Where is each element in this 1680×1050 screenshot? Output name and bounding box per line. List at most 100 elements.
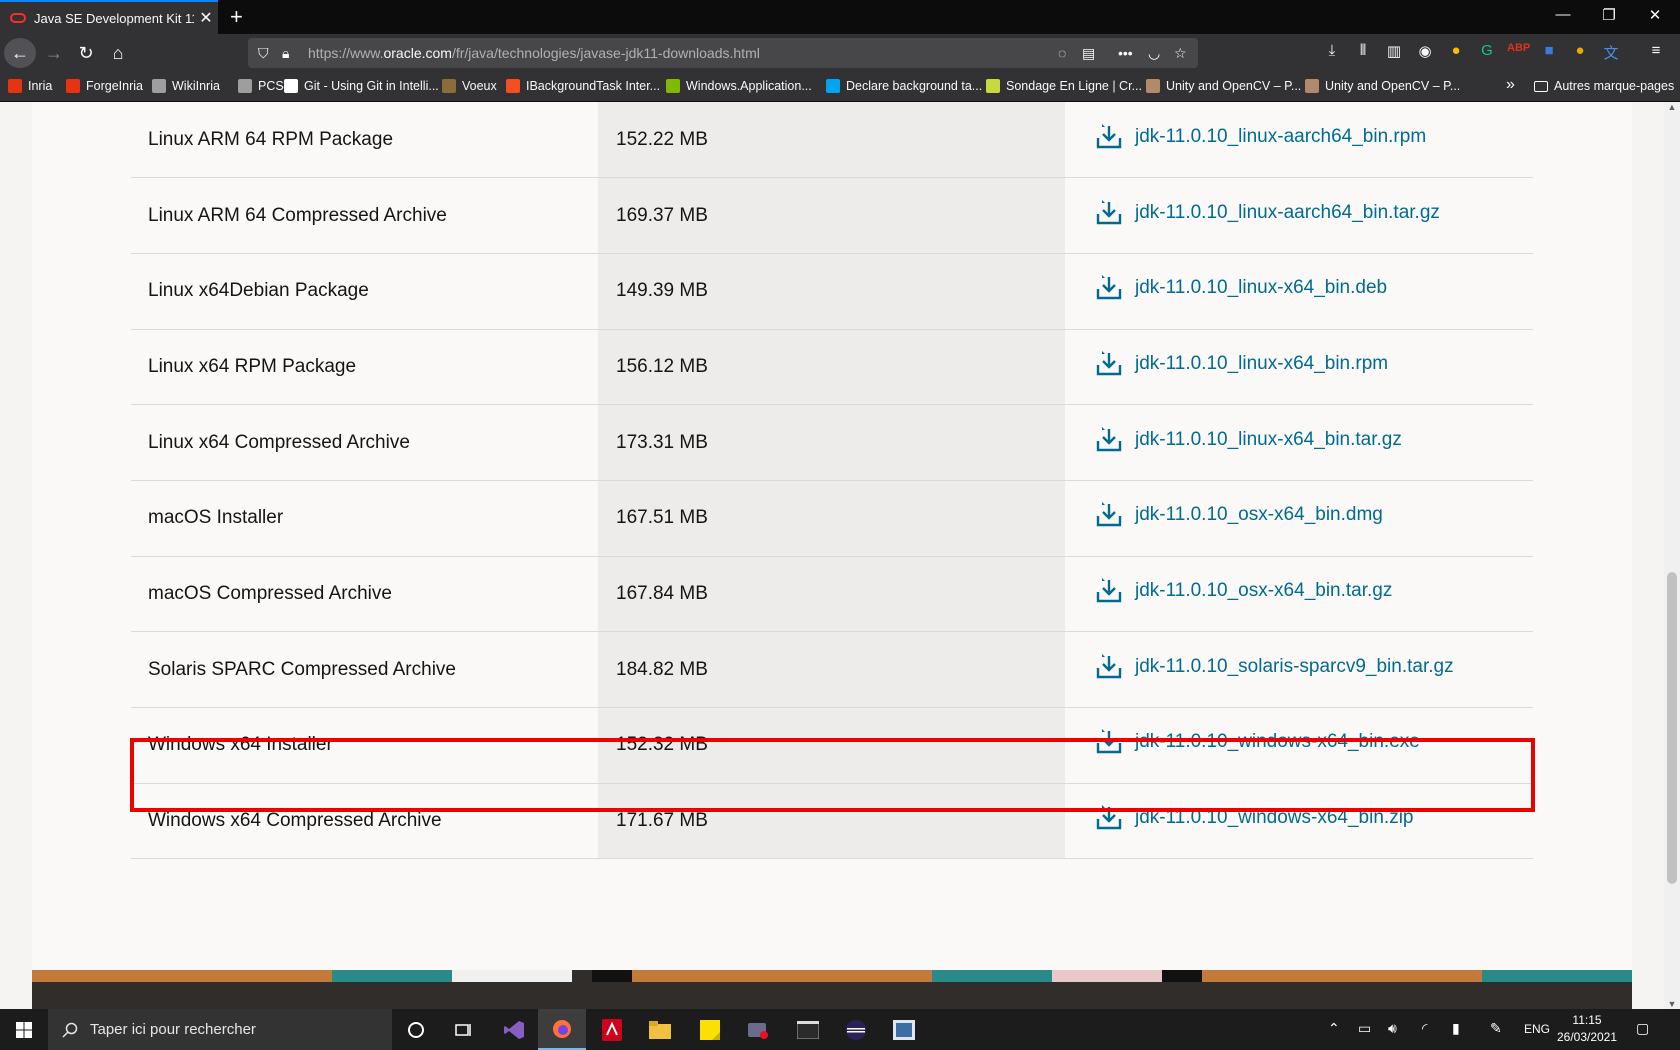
show-hidden-icons-chevron-icon[interactable]: ⌃ (1328, 1020, 1340, 1037)
firefox-icon[interactable] (538, 1009, 586, 1050)
bookmarks-overflow-button[interactable]: » (1506, 76, 1515, 94)
new-tab-button[interactable]: + (230, 4, 243, 30)
inria-icon (8, 79, 22, 93)
download-filename: jdk-11.0.10_linux-x64_bin.deb (1135, 277, 1388, 299)
sidebar-icon[interactable]: ▥ (1383, 42, 1405, 60)
bookmark-item[interactable]: Declare background ta... (826, 79, 982, 93)
download-link[interactable]: jdk-11.0.10_linux-aarch64_bin.rpm (1095, 123, 1426, 151)
grammarly-icon[interactable]: G (1476, 42, 1498, 59)
lightbulb-icon[interactable]: ◌ (1058, 38, 1066, 68)
file-size: 149.39 MB (616, 280, 708, 302)
translate-icon[interactable]: 文 (1600, 42, 1622, 63)
size-cell: 152.22 MB (598, 102, 1065, 179)
language-indicator[interactable]: ENG (1524, 1022, 1550, 1036)
download-link[interactable]: jdk-11.0.10_windows-x64_bin.exe (1095, 728, 1420, 756)
bookmark-label: Sondage En Ligne | Cr... (1006, 79, 1142, 93)
bookmark-item[interactable]: IBackgroundTask Inter... (506, 79, 660, 93)
menu-icon[interactable]: ≡ (1645, 42, 1667, 59)
bookmark-item[interactable]: WikiInria (152, 79, 220, 93)
table-row: Linux x64 RPM Package 156.12 MB jdk-11.0.1… (131, 329, 1533, 406)
eclipse-icon[interactable] (832, 1009, 880, 1050)
file-explorer-icon[interactable] (636, 1009, 684, 1050)
bookmark-label: ForgeInria (86, 79, 143, 93)
windows-taskbar: Taper ici pour rechercher ⌃ ▭ 🔊︎ ◜ ▮ ✎ E… (0, 1009, 1680, 1050)
volume-icon[interactable]: 🔊︎ (1388, 1020, 1397, 1037)
bookmark-item[interactable]: PCS (238, 79, 284, 93)
cortana-icon[interactable] (392, 1009, 440, 1050)
download-link[interactable]: jdk-11.0.10_linux-x64_bin.rpm (1095, 350, 1388, 378)
file-size: 152.32 MB (616, 734, 708, 756)
network-icon[interactable]: ◜ (1422, 1020, 1427, 1037)
close-window-button[interactable]: ✕ (1632, 6, 1678, 24)
bookmark-item[interactable]: Inria (8, 79, 52, 93)
download-filename: jdk-11.0.10_linux-aarch64_bin.rpm (1135, 125, 1427, 147)
download-filename: jdk-11.0.10_linux-aarch64_bin.tar.gz (1135, 201, 1440, 223)
bookmark-item[interactable]: Git - Using Git in Intelli... (284, 79, 439, 93)
reader-view-icon[interactable]: ▤ (1082, 38, 1095, 68)
download-link[interactable]: jdk-11.0.10_solaris-sparcv9_bin.tar.gz (1095, 653, 1454, 681)
decorative-footer-banner (32, 970, 1632, 1009)
extension-2-icon[interactable]: ● (1569, 42, 1591, 59)
usb-device-icon[interactable]: ▭ (1358, 1020, 1371, 1037)
bookmark-item[interactable]: ForgeInria (66, 79, 143, 93)
download-link[interactable]: jdk-11.0.10_linux-x64_bin.tar.gz (1095, 426, 1402, 454)
home-button[interactable]: ⌂ (104, 40, 132, 66)
scroll-up-arrow[interactable]: ▲ (1664, 102, 1680, 112)
bookmark-label: WikiInria (172, 79, 220, 93)
bookmark-item[interactable]: Unity and OpenCV – P... (1305, 79, 1460, 93)
download-link[interactable]: jdk-11.0.10_osx-x64_bin.dmg (1095, 501, 1383, 529)
scroll-down-arrow[interactable]: ▼ (1664, 999, 1680, 1009)
download-link[interactable]: jdk-11.0.10_linux-x64_bin.deb (1095, 274, 1387, 302)
reload-button[interactable]: ↻ (72, 40, 100, 66)
bookmark-item[interactable]: Sondage En Ligne | Cr... (986, 79, 1142, 93)
pen-icon[interactable]: ✎ (1490, 1020, 1502, 1037)
restore-button[interactable]: ❐ (1586, 6, 1632, 24)
visual-studio-icon[interactable] (490, 1009, 538, 1050)
system-clock[interactable]: 11:15 26/03/2021 (1552, 1012, 1622, 1046)
account-icon[interactable]: ◉ (1414, 42, 1436, 60)
tab-close-icon[interactable]: ✕ (194, 8, 218, 28)
bookmark-item[interactable]: Voeux (442, 79, 497, 93)
downloads-icon[interactable]: ⤓ (1321, 42, 1343, 59)
scrollbar-thumb[interactable] (1667, 572, 1677, 884)
bookmark-item[interactable]: Windows.Application... (666, 79, 812, 93)
pocket-icon[interactable]: ◡ (1148, 38, 1160, 68)
download-link[interactable]: jdk-11.0.10_osx-x64_bin.tar.gz (1095, 577, 1392, 605)
download-link[interactable]: jdk-11.0.10_windows-x64_bin.zip (1095, 804, 1413, 832)
url-bar[interactable]: ⛉ 🔒︎ https://www.oracle.com/fr/java/tech… (248, 38, 1198, 68)
lock-icon[interactable]: 🔒︎ (282, 38, 289, 68)
product-cell: Linux ARM 64 RPM Package (131, 102, 598, 179)
download-link[interactable]: jdk-11.0.10_linux-aarch64_bin.tar.gz (1095, 199, 1440, 227)
shield-icon[interactable]: ⛉ (258, 38, 269, 68)
bookmark-star-icon[interactable]: ☆ (1174, 38, 1187, 68)
product-cell: Linux ARM 64 Compressed Archive (131, 177, 598, 254)
bookmark-item[interactable]: Unity and OpenCV – P... (1146, 79, 1301, 93)
start-button[interactable] (0, 1009, 48, 1050)
page-scrollbar[interactable]: ▲ ▼ (1664, 102, 1680, 1009)
library-icon[interactable]: ⫴ (1352, 42, 1374, 59)
other-bookmarks-folder[interactable]: Autres marque-pages (1534, 79, 1674, 93)
adblock-icon[interactable]: ABP (1507, 42, 1530, 54)
acrobat-icon[interactable] (588, 1009, 636, 1050)
download-cell: jdk-11.0.10_linux-x64_bin.rpm (1065, 329, 1533, 406)
battery-icon[interactable]: ▮ (1452, 1020, 1460, 1037)
bookmarks-toolbar: Autres marque-pages » Inria ForgeInria Wik… (0, 72, 1680, 102)
download-cell: jdk-11.0.10_solaris-sparcv9_bin.tar.gz (1065, 631, 1533, 708)
chrome-ext-icon[interactable]: ● (1445, 42, 1467, 59)
sticky-notes-icon[interactable] (686, 1009, 734, 1050)
snipping-tool-icon[interactable] (734, 1009, 782, 1050)
task-view-icon[interactable] (440, 1009, 488, 1050)
size-cell: 173.31 MB (598, 404, 1065, 481)
minimize-button[interactable]: — (1540, 6, 1586, 23)
terminal-icon[interactable] (784, 1009, 832, 1050)
taskbar-search-box[interactable]: Taper ici pour rechercher (48, 1009, 392, 1050)
notifications-icon[interactable]: ▢ (1636, 1020, 1649, 1037)
download-icon (1096, 275, 1122, 300)
browser-tab-active[interactable]: Java SE Development Kit 11- - D ✕ (0, 0, 218, 34)
back-button[interactable]: ← (4, 38, 36, 68)
extension-icon[interactable]: ■ (1538, 42, 1560, 59)
app-icon[interactable] (880, 1009, 928, 1050)
product-cell: Linux x64Debian Package (131, 253, 598, 330)
more-actions-icon[interactable]: ••• (1118, 38, 1133, 68)
forward-button[interactable]: → (40, 40, 68, 66)
